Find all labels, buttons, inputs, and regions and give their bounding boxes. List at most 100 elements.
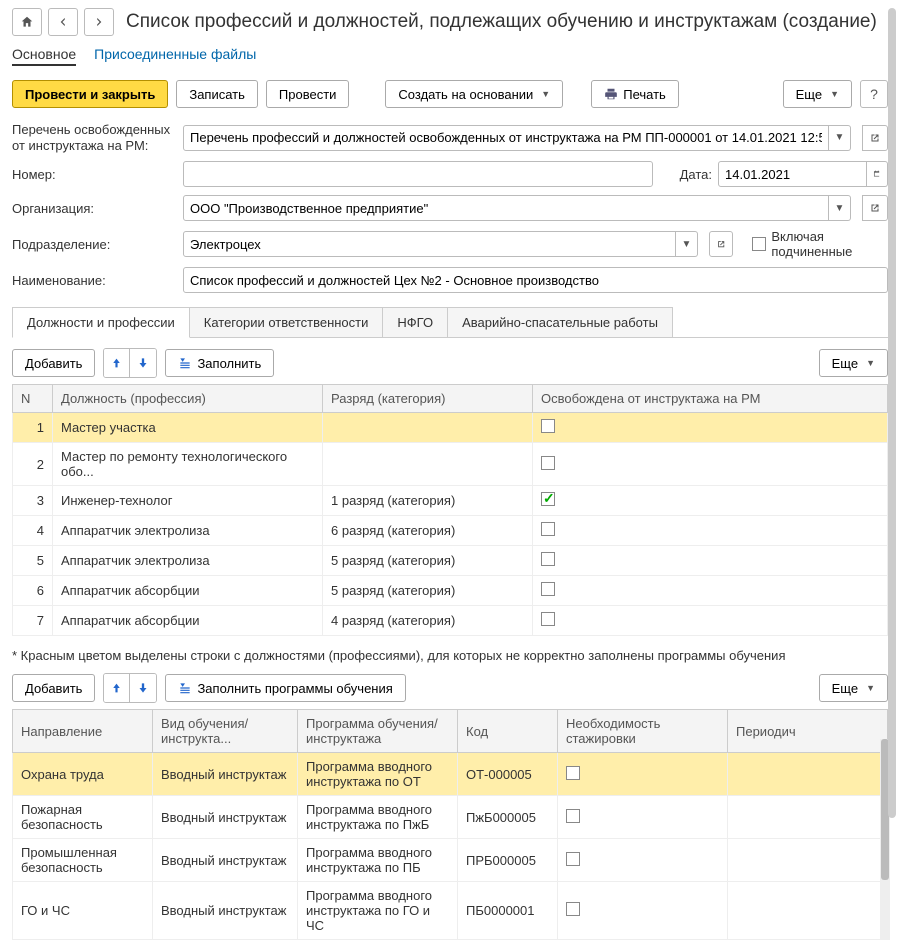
table-row[interactable]: Пожарная безопасностьВводный инструктажП… bbox=[13, 796, 888, 839]
exempt-checkbox[interactable] bbox=[541, 522, 555, 536]
open-icon bbox=[869, 132, 881, 144]
cell-rank bbox=[323, 443, 533, 486]
col-period[interactable]: Периодич bbox=[728, 710, 888, 753]
forward-button[interactable] bbox=[84, 8, 114, 36]
create-on-basis-button[interactable]: Создать на основании ▼ bbox=[385, 80, 563, 108]
arrow-up-icon bbox=[110, 681, 123, 695]
tab-categories[interactable]: Категории ответственности bbox=[189, 307, 384, 337]
more-label: Еще bbox=[796, 87, 822, 102]
arrow-down-icon bbox=[136, 681, 150, 695]
include-subordinate-checkbox[interactable] bbox=[752, 237, 766, 251]
date-field[interactable] bbox=[718, 161, 867, 187]
post-and-close-button[interactable]: Провести и закрыть bbox=[12, 80, 168, 108]
tab-rescue[interactable]: Аварийно-спасательные работы bbox=[447, 307, 673, 337]
intern-checkbox[interactable] bbox=[566, 902, 580, 916]
tab-positions[interactable]: Должности и профессии bbox=[12, 307, 190, 338]
tab-main[interactable]: Основное bbox=[12, 44, 76, 66]
calendar-button[interactable] bbox=[867, 161, 888, 187]
cell-period bbox=[728, 839, 888, 882]
cell-n: 4 bbox=[13, 516, 53, 546]
add-button[interactable]: Добавить bbox=[12, 349, 95, 377]
tab-nfgo[interactable]: НФГО bbox=[382, 307, 448, 337]
table-row[interactable]: 2Мастер по ремонту технологического обо.… bbox=[13, 443, 888, 486]
table-row[interactable]: 6Аппаратчик абсорбции5 разряд (категория… bbox=[13, 576, 888, 606]
move-down-button-2[interactable] bbox=[130, 674, 156, 702]
programs-table: Направление Вид обучения/инструкта... Пр… bbox=[12, 709, 888, 940]
open-button[interactable] bbox=[862, 125, 888, 151]
home-button[interactable] bbox=[12, 8, 42, 36]
fill-programs-button[interactable]: Заполнить программы обучения bbox=[165, 674, 405, 702]
cell-position: Мастер по ремонту технологического обо..… bbox=[53, 443, 323, 486]
intern-checkbox[interactable] bbox=[566, 809, 580, 823]
exempt-checkbox[interactable] bbox=[541, 582, 555, 596]
move-up-button-2[interactable] bbox=[104, 674, 130, 702]
cell-dir: Охрана труда bbox=[13, 753, 153, 796]
col-exempt[interactable]: Освобождена от инструктажа на РМ bbox=[533, 385, 888, 413]
org-field[interactable] bbox=[183, 195, 829, 221]
more-button-table2[interactable]: Еще ▼ bbox=[819, 674, 888, 702]
print-button[interactable]: Печать bbox=[591, 80, 679, 108]
cell-position: Инженер-технолог bbox=[53, 486, 323, 516]
cell-intern bbox=[558, 839, 728, 882]
table-row[interactable]: 4Аппаратчик электролиза6 разряд (категор… bbox=[13, 516, 888, 546]
cell-rank bbox=[323, 413, 533, 443]
open-button[interactable] bbox=[862, 195, 888, 221]
table-row[interactable]: ГО и ЧСВводный инструктажПрограмма вводн… bbox=[13, 882, 888, 940]
tab-files[interactable]: Присоединенные файлы bbox=[94, 44, 256, 66]
intern-checkbox[interactable] bbox=[566, 852, 580, 866]
open-button[interactable] bbox=[709, 231, 733, 257]
cell-type: Вводный инструктаж bbox=[153, 882, 298, 940]
dropdown-button[interactable]: ▼ bbox=[829, 125, 851, 151]
col-rank[interactable]: Разряд (категория) bbox=[323, 385, 533, 413]
exempt-checkbox[interactable] bbox=[541, 456, 555, 470]
cell-intern bbox=[558, 753, 728, 796]
fill-button[interactable]: Заполнить bbox=[165, 349, 274, 377]
add-button-2[interactable]: Добавить bbox=[12, 674, 95, 702]
intern-checkbox[interactable] bbox=[566, 766, 580, 780]
exempt-list-field[interactable] bbox=[183, 125, 829, 151]
table-row[interactable]: 7Аппаратчик абсорбции4 разряд (категория… bbox=[13, 606, 888, 636]
back-button[interactable] bbox=[48, 8, 78, 36]
col-position[interactable]: Должность (профессия) bbox=[53, 385, 323, 413]
more-button-table1[interactable]: Еще ▼ bbox=[819, 349, 888, 377]
col-dir[interactable]: Направление bbox=[13, 710, 153, 753]
number-field[interactable] bbox=[183, 161, 653, 187]
arrow-down-icon bbox=[136, 356, 150, 370]
table-row[interactable]: 5Аппаратчик электролиза5 разряд (категор… bbox=[13, 546, 888, 576]
col-prog[interactable]: Программа обучения/инструктажа bbox=[298, 710, 458, 753]
help-button[interactable]: ? bbox=[860, 80, 888, 108]
exempt-checkbox[interactable] bbox=[541, 492, 555, 506]
cell-rank: 4 разряд (категория) bbox=[323, 606, 533, 636]
org-label: Организация: bbox=[12, 201, 177, 216]
cell-dir: Пожарная безопасность bbox=[13, 796, 153, 839]
post-button[interactable]: Провести bbox=[266, 80, 350, 108]
table-row[interactable]: 3Инженер-технолог1 разряд (категория) bbox=[13, 486, 888, 516]
table-row[interactable]: 1Мастер участка bbox=[13, 413, 888, 443]
more-button[interactable]: Еще ▼ bbox=[783, 80, 852, 108]
dropdown-button[interactable]: ▼ bbox=[829, 195, 851, 221]
col-intern[interactable]: Необходимость стажировки bbox=[558, 710, 728, 753]
table-row[interactable]: Промышленная безопасностьВводный инструк… bbox=[13, 839, 888, 882]
cell-n: 6 bbox=[13, 576, 53, 606]
exempt-checkbox[interactable] bbox=[541, 419, 555, 433]
cell-code: ПжБ000005 bbox=[458, 796, 558, 839]
fill-icon bbox=[178, 681, 192, 695]
date-label: Дата: bbox=[680, 167, 712, 182]
exempt-checkbox[interactable] bbox=[541, 552, 555, 566]
col-code[interactable]: Код bbox=[458, 710, 558, 753]
move-up-button[interactable] bbox=[104, 349, 130, 377]
move-down-button[interactable] bbox=[130, 349, 156, 377]
fill-programs-label: Заполнить программы обучения bbox=[197, 681, 392, 696]
name-field[interactable] bbox=[183, 267, 888, 293]
page-scrollbar[interactable] bbox=[888, 8, 896, 928]
col-n[interactable]: N bbox=[13, 385, 53, 413]
cell-dir: ГО и ЧС bbox=[13, 882, 153, 940]
cell-exempt bbox=[533, 486, 888, 516]
cell-type: Вводный инструктаж bbox=[153, 753, 298, 796]
dropdown-button[interactable]: ▼ bbox=[676, 231, 698, 257]
table-row[interactable]: Охрана трудаВводный инструктажПрограмма … bbox=[13, 753, 888, 796]
col-type[interactable]: Вид обучения/инструкта... bbox=[153, 710, 298, 753]
dept-field[interactable] bbox=[183, 231, 676, 257]
save-button[interactable]: Записать bbox=[176, 80, 258, 108]
exempt-checkbox[interactable] bbox=[541, 612, 555, 626]
